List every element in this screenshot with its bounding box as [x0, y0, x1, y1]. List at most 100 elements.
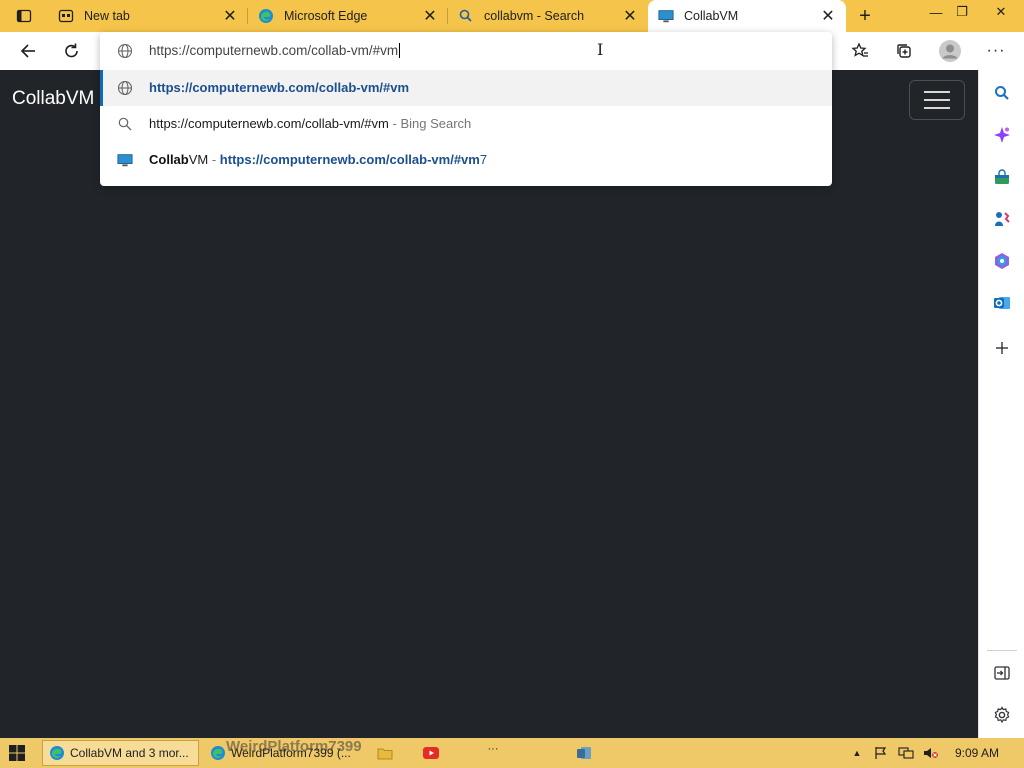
tab-actions-icon — [16, 9, 32, 23]
sidebar-add-button[interactable] — [987, 333, 1017, 363]
volume-button[interactable] — [921, 744, 941, 762]
shopping-icon — [995, 169, 1009, 184]
search-icon — [117, 116, 133, 132]
sidebar-office-button[interactable] — [987, 246, 1017, 276]
sidebar-copilot-button[interactable] — [987, 120, 1017, 150]
file-explorer-button[interactable] — [375, 744, 395, 762]
globe-icon — [117, 43, 133, 62]
tab-collabvm-search[interactable]: collabvm - Search ✕ — [448, 0, 648, 32]
favorites-star-icon — [851, 42, 868, 57]
tab-strip: New tab ✕ Microsoft Edge ✕ collabvm - Se… — [0, 0, 1024, 32]
sidebar-search-button[interactable] — [987, 78, 1017, 108]
avatar-icon — [939, 40, 961, 62]
text-caret — [399, 43, 401, 58]
sidebar-outlook-button[interactable] — [987, 288, 1017, 318]
collections-button[interactable] — [889, 36, 919, 66]
more-icon: ··· — [986, 42, 1006, 59]
suggestion-url-match: https://computernewb.com/collab-vm/#vm — [219, 152, 480, 167]
new-tab-icon — [58, 8, 74, 24]
refresh-icon — [65, 43, 78, 58]
close-window-button[interactable]: ✕ — [978, 0, 1024, 24]
collections-icon — [897, 44, 911, 58]
outlook-icon — [577, 747, 591, 759]
address-bar-dropdown: https://computernewb.com/collab-vm/#vm I… — [100, 32, 832, 186]
favorites-button[interactable] — [845, 36, 875, 66]
address-bar[interactable]: https://computernewb.com/collab-vm/#vm I — [100, 32, 832, 70]
edge-icon — [258, 8, 274, 24]
taskbar-overflow[interactable]: ··· — [483, 740, 503, 758]
tab-new-tab[interactable]: New tab ✕ — [48, 0, 248, 32]
tab-title: collabvm - Search — [484, 9, 585, 23]
suggestion-query: https://computernewb.com/collab-vm/#vm — [149, 116, 389, 131]
suggestion-search-text: https://computernewb.com/collab-vm/#vm -… — [149, 116, 471, 131]
tab-actions-button[interactable] — [0, 0, 48, 32]
menu-line — [924, 99, 950, 101]
tab-title: New tab — [84, 9, 130, 23]
close-icon[interactable]: ✕ — [422, 8, 438, 25]
folder-icon — [377, 748, 393, 760]
tab-title: CollabVM — [684, 9, 739, 23]
suggestion-url[interactable]: https://computernewb.com/collab-vm/#vm — [100, 70, 832, 106]
close-icon[interactable]: ✕ — [820, 8, 836, 25]
sidebar-settings-button[interactable] — [987, 700, 1017, 730]
new-tab-button[interactable]: + — [852, 4, 878, 28]
copilot-icon — [994, 127, 1010, 143]
split-screen-icon — [994, 666, 1010, 680]
taskbar: CollabVM and 3 mor... WeirdPlatform7399 … — [0, 738, 1024, 768]
network-icon — [898, 747, 914, 759]
back-arrow-icon — [20, 44, 35, 58]
restore-button[interactable]: ❐ — [946, 0, 978, 24]
more-options-button[interactable]: ··· — [981, 36, 1011, 66]
username-watermark: WeirdPlatform7399 — [226, 738, 362, 755]
search-icon — [458, 8, 474, 24]
menu-line — [924, 91, 950, 93]
flag-icon — [875, 747, 887, 759]
edge-icon — [211, 746, 225, 760]
globe-icon — [117, 80, 133, 96]
outlook-icon — [994, 297, 1010, 309]
taskbar-clock[interactable]: 9:09 AM — [955, 746, 999, 760]
windows-start-icon[interactable] — [8, 744, 26, 762]
network-status-button[interactable] — [896, 744, 916, 762]
suggestion-url-text: https://computernewb.com/collab-vm/#vm — [149, 80, 410, 95]
taskbar-item-label: CollabVM and 3 mor... — [70, 746, 189, 760]
sidebar-split-screen-button[interactable] — [987, 658, 1017, 688]
text-cursor-icon: I — [597, 40, 604, 59]
suggestion-title-rest: VM — [188, 152, 209, 167]
menu-line — [924, 107, 950, 109]
show-hidden-icons-button[interactable]: ▲ — [850, 744, 864, 762]
navbar-toggle-button[interactable] — [909, 80, 965, 120]
sidebar-shopping-button[interactable] — [987, 163, 1017, 193]
tab-microsoft-edge[interactable]: Microsoft Edge ✕ — [248, 0, 448, 32]
monitor-icon — [117, 152, 133, 168]
edge-icon — [50, 746, 64, 760]
suggestion-url-rest: 7 — [479, 152, 488, 167]
suggestion-title-match: Collab — [149, 152, 189, 167]
volume-muted-icon — [924, 748, 938, 758]
sidebar-games-button[interactable] — [987, 204, 1017, 234]
outlook-taskbar-button[interactable] — [574, 744, 594, 762]
address-text: https://computernewb.com/collab-vm/#vm — [149, 43, 399, 58]
sidebar-divider — [987, 650, 1017, 651]
page-brand[interactable]: CollabVM — [12, 88, 94, 110]
suggestion-search[interactable]: https://computernewb.com/collab-vm/#vm -… — [100, 106, 832, 142]
profile-button[interactable] — [935, 36, 965, 66]
back-button[interactable] — [13, 36, 43, 66]
search-engine-label: Bing Search — [400, 116, 472, 131]
suggestion-history[interactable]: CollabVM - https://computernewb.com/coll… — [100, 142, 832, 178]
close-icon[interactable]: ✕ — [622, 8, 638, 25]
close-icon[interactable]: ✕ — [222, 8, 238, 25]
edge-sidebar — [978, 70, 1024, 738]
youtube-icon — [423, 747, 439, 759]
tab-collabvm[interactable]: CollabVM ✕ — [648, 0, 846, 32]
add-icon — [996, 342, 1008, 354]
tab-title: Microsoft Edge — [284, 9, 368, 23]
youtube-button[interactable] — [421, 744, 441, 762]
refresh-button[interactable] — [57, 36, 87, 66]
suggestion-separator: - — [388, 116, 401, 131]
games-icon — [995, 212, 1010, 226]
taskbar-item-collabvm[interactable]: CollabVM and 3 mor... — [42, 740, 199, 766]
office-icon — [995, 253, 1009, 269]
action-center-button[interactable] — [872, 744, 890, 762]
address-input[interactable]: https://computernewb.com/collab-vm/#vm — [149, 43, 401, 58]
